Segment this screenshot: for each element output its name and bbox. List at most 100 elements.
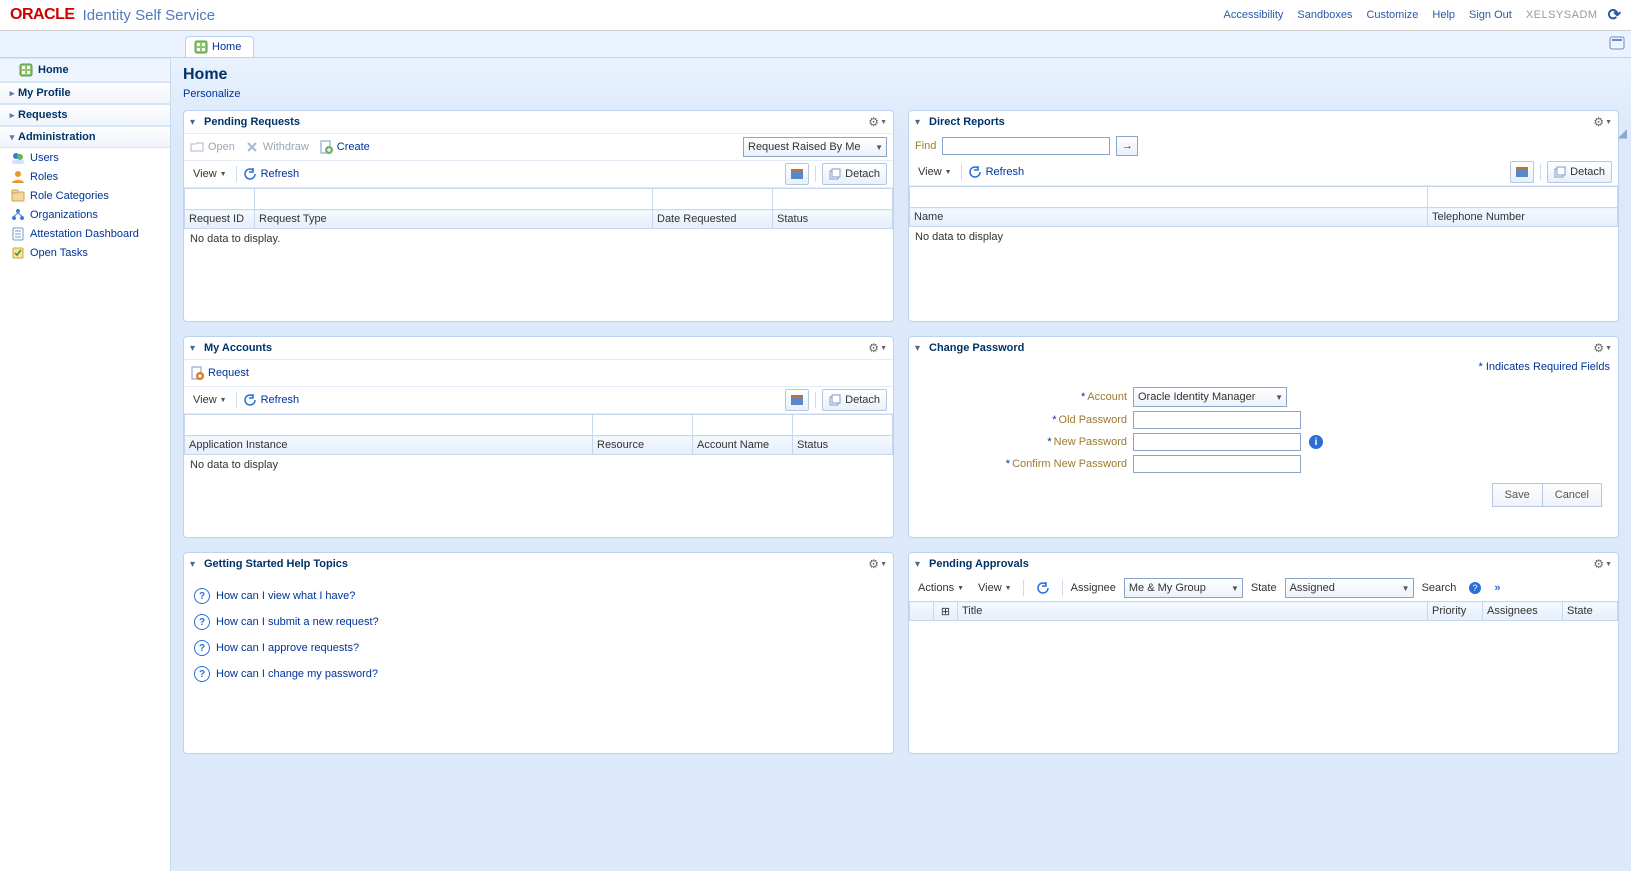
- help-link-password[interactable]: ?How can I change my password?: [194, 661, 883, 687]
- gear-icon[interactable]: ⚙▼: [868, 341, 887, 355]
- col-telephone[interactable]: Telephone Number: [1428, 208, 1618, 227]
- select-all-checkbox[interactable]: [910, 602, 934, 621]
- sidebar-section-my-profile[interactable]: ▸ My Profile: [0, 82, 170, 104]
- sidebar-item-attestation[interactable]: Attestation Dashboard: [0, 224, 170, 243]
- sidebar-home[interactable]: Home: [0, 58, 170, 82]
- col-state[interactable]: State: [1563, 602, 1618, 621]
- old-password-input[interactable]: [1133, 411, 1301, 429]
- help-link-approve[interactable]: ?How can I approve requests?: [194, 635, 883, 661]
- question-icon: ?: [194, 614, 210, 630]
- collapse-icon[interactable]: ▾: [915, 343, 929, 354]
- collapse-icon[interactable]: ▾: [915, 117, 929, 128]
- col-date-requested[interactable]: Date Requested: [653, 210, 773, 229]
- detach-button[interactable]: Detach: [822, 389, 887, 411]
- view-menu[interactable]: View▼: [190, 394, 230, 406]
- question-icon: ?: [194, 666, 210, 682]
- create-icon: [319, 140, 333, 154]
- detach-button[interactable]: Detach: [1547, 161, 1612, 183]
- request-scope-select[interactable]: Request Raised By Me▼: [743, 137, 887, 157]
- col-resource[interactable]: Resource: [593, 436, 693, 455]
- resize-handle-icon[interactable]: ◢: [1618, 126, 1627, 140]
- gear-icon[interactable]: ⚙▼: [868, 557, 887, 571]
- collapse-icon[interactable]: ▾: [190, 117, 204, 128]
- global-refresh-icon[interactable]: ⟳: [1608, 5, 1621, 25]
- sidebar-item-open-tasks[interactable]: Open Tasks: [0, 243, 170, 262]
- assignee-select[interactable]: Me & My Group▼: [1124, 578, 1243, 598]
- sidebar-section-administration[interactable]: ▾ Administration: [0, 126, 170, 148]
- gear-icon[interactable]: ⚙▼: [1593, 341, 1612, 355]
- refresh-icon: [243, 393, 257, 407]
- gear-icon[interactable]: ⚙▼: [1593, 115, 1612, 129]
- account-select[interactable]: Oracle Identity Manager▼: [1133, 387, 1287, 407]
- confirm-password-input[interactable]: [1133, 455, 1301, 473]
- link-accessibility[interactable]: Accessibility: [1223, 9, 1283, 21]
- search-help-icon[interactable]: ?: [1464, 578, 1486, 598]
- find-go-button[interactable]: →: [1116, 136, 1138, 156]
- sidebar-myprofile-label: My Profile: [18, 87, 71, 99]
- link-customize[interactable]: Customize: [1366, 9, 1418, 21]
- link-help[interactable]: Help: [1432, 9, 1455, 21]
- page-title: Home: [183, 66, 1619, 84]
- col-request-id[interactable]: Request ID: [185, 210, 255, 229]
- view-menu[interactable]: View▼: [190, 168, 230, 180]
- state-select[interactable]: Assigned▼: [1285, 578, 1414, 598]
- tab-home[interactable]: Home: [185, 36, 254, 57]
- help-link-submit[interactable]: ?How can I submit a new request?: [194, 609, 883, 635]
- cancel-button[interactable]: Cancel: [1543, 483, 1602, 507]
- help-link-view[interactable]: ?How can I view what I have?: [194, 583, 883, 609]
- personalize-link[interactable]: Personalize: [183, 88, 240, 100]
- link-sandboxes[interactable]: Sandboxes: [1297, 9, 1352, 21]
- table-options-icon[interactable]: [785, 163, 809, 185]
- withdraw-button[interactable]: Withdraw: [245, 140, 309, 154]
- tabbar-overflow-icon[interactable]: [1609, 35, 1625, 51]
- col-app-instance[interactable]: Application Instance: [185, 436, 593, 455]
- tab-bar: Home: [0, 31, 1631, 58]
- table-options-icon[interactable]: [1510, 161, 1534, 183]
- col-priority[interactable]: Priority: [1428, 602, 1483, 621]
- sidebar: Home ▸ My Profile ▸ Requests ▾ Administr…: [0, 58, 171, 871]
- sidebar-item-role-categories[interactable]: Role Categories: [0, 186, 170, 205]
- col-account-name[interactable]: Account Name: [693, 436, 793, 455]
- expand-column[interactable]: ⊞: [934, 602, 958, 621]
- refresh-button[interactable]: Refresh: [243, 393, 300, 407]
- current-user: XELSYSADM: [1526, 9, 1598, 21]
- sidebar-item-roles[interactable]: Roles: [0, 167, 170, 186]
- refresh-icon-button[interactable]: [1032, 578, 1054, 598]
- detach-icon: [1554, 166, 1566, 178]
- pending-approvals-table: ⊞ Title Priority Assignees State: [909, 601, 1618, 621]
- new-password-input[interactable]: [1133, 433, 1301, 451]
- info-icon[interactable]: i: [1309, 435, 1323, 449]
- request-button[interactable]: Request: [190, 366, 249, 380]
- collapse-icon[interactable]: ▾: [915, 559, 929, 570]
- col-name[interactable]: Name: [910, 208, 1428, 227]
- refresh-button[interactable]: Refresh: [968, 165, 1025, 179]
- link-signout[interactable]: Sign Out: [1469, 9, 1512, 21]
- overflow-right-icon[interactable]: »: [1494, 582, 1500, 594]
- global-header: ORACLE Identity Self Service Accessibili…: [0, 0, 1631, 31]
- col-title[interactable]: Title: [958, 602, 1428, 621]
- open-button[interactable]: Open: [190, 140, 235, 154]
- table-options-icon[interactable]: [785, 389, 809, 411]
- view-menu[interactable]: View▼: [975, 582, 1015, 594]
- collapse-icon[interactable]: ▾: [190, 343, 204, 354]
- create-button[interactable]: Create: [319, 140, 370, 154]
- panel-my-accounts: ▾ My Accounts ⚙▼ Request View▼ Refresh: [183, 336, 894, 538]
- sidebar-item-organizations[interactable]: Organizations: [0, 205, 170, 224]
- refresh-button[interactable]: Refresh: [243, 167, 300, 181]
- view-menu[interactable]: View▼: [915, 166, 955, 178]
- collapse-icon[interactable]: ▾: [190, 559, 204, 570]
- col-status[interactable]: Status: [773, 210, 893, 229]
- col-status[interactable]: Status: [793, 436, 893, 455]
- col-request-type[interactable]: Request Type: [255, 210, 653, 229]
- sidebar-section-requests[interactable]: ▸ Requests: [0, 104, 170, 126]
- required-note: * Indicates Required Fields: [909, 359, 1618, 373]
- sidebar-rolecats-label: Role Categories: [30, 190, 109, 202]
- actions-menu[interactable]: Actions▼: [915, 582, 967, 594]
- find-input[interactable]: [942, 137, 1110, 155]
- detach-button[interactable]: Detach: [822, 163, 887, 185]
- gear-icon[interactable]: ⚙▼: [868, 115, 887, 129]
- sidebar-item-users[interactable]: Users: [0, 148, 170, 167]
- col-assignees[interactable]: Assignees: [1483, 602, 1563, 621]
- save-button[interactable]: Save: [1492, 483, 1543, 507]
- gear-icon[interactable]: ⚙▼: [1593, 557, 1612, 571]
